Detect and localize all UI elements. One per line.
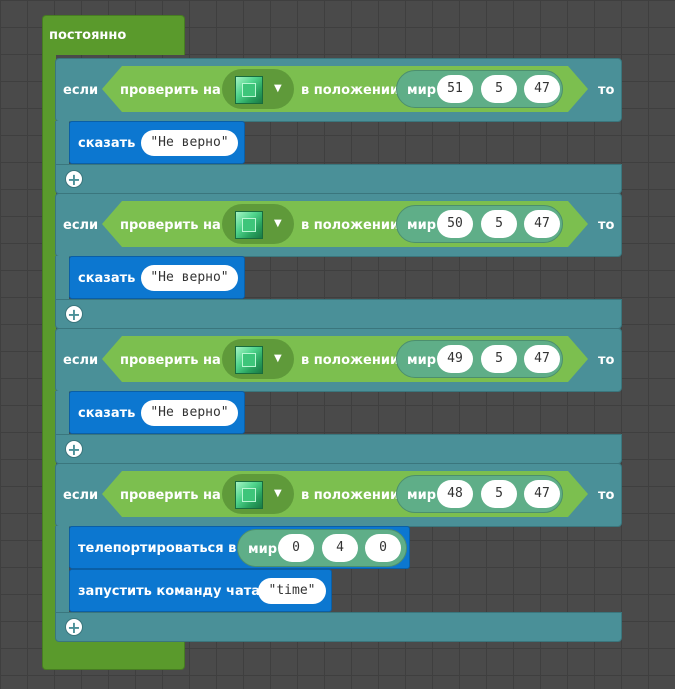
coord-y-input[interactable]: 5 xyxy=(481,345,517,373)
position-label: в положении xyxy=(301,83,400,98)
world-position[interactable]: мир 50 5 47 xyxy=(396,205,563,243)
coord-y-input[interactable]: 4 xyxy=(322,534,358,562)
say-text-input[interactable]: "Не верно" xyxy=(141,265,238,291)
say-block[interactable]: сказать "Не верно" xyxy=(69,256,245,299)
if-block-end: + xyxy=(55,299,622,329)
world-position[interactable]: мир 49 5 47 xyxy=(396,340,563,378)
world-label: мир xyxy=(407,353,437,368)
forever-block-end xyxy=(42,640,185,670)
say-text-input[interactable]: "Не верно" xyxy=(141,130,238,156)
coord-z-input[interactable]: 47 xyxy=(524,345,560,373)
if-rail xyxy=(55,526,69,614)
block-dropdown[interactable]: ▼ xyxy=(222,69,294,109)
plus-icon[interactable]: + xyxy=(65,440,83,459)
block-dropdown[interactable]: ▼ xyxy=(222,339,294,379)
chat-command-block[interactable]: запустить команду чата "time" xyxy=(69,569,332,612)
coord-z-input[interactable]: 0 xyxy=(365,534,401,562)
position-label: в положении xyxy=(301,488,400,503)
if-block-end: + xyxy=(55,612,622,642)
coord-z-input[interactable]: 47 xyxy=(524,480,560,508)
block-dropdown[interactable]: ▼ xyxy=(222,204,294,244)
teleport-block[interactable]: телепортироваться в мир 0 4 0 xyxy=(69,526,410,569)
coord-y-input[interactable]: 5 xyxy=(481,75,517,103)
chat-command-input[interactable]: "time" xyxy=(258,578,326,604)
check-label: проверить на xyxy=(120,218,221,233)
if-label: если xyxy=(63,218,99,233)
if-label: если xyxy=(63,488,99,503)
coord-x-input[interactable]: 48 xyxy=(437,480,473,508)
world-label: мир xyxy=(407,488,437,503)
say-text-input[interactable]: "Не верно" xyxy=(141,400,238,426)
world-label: мир xyxy=(407,83,437,98)
forever-rail xyxy=(42,54,56,642)
world-position[interactable]: мир 51 5 47 xyxy=(396,70,563,108)
caret-down-icon: ▼ xyxy=(274,488,282,499)
block-dropdown[interactable]: ▼ xyxy=(222,474,294,514)
teleport-label: телепортироваться в xyxy=(78,541,237,556)
world-label: мир xyxy=(248,542,278,557)
check-label: проверить на xyxy=(120,488,221,503)
then-label: то xyxy=(598,218,615,233)
caret-down-icon: ▼ xyxy=(274,218,282,229)
if-block-end: + xyxy=(55,434,622,464)
caret-down-icon: ▼ xyxy=(274,83,282,94)
emerald-block-icon xyxy=(235,76,263,104)
coord-x-input[interactable]: 50 xyxy=(437,210,473,238)
coord-y-input[interactable]: 5 xyxy=(481,210,517,238)
position-label: в положении xyxy=(301,353,400,368)
emerald-block-icon xyxy=(235,211,263,239)
coord-x-input[interactable]: 0 xyxy=(278,534,314,562)
if-rail xyxy=(55,121,69,165)
if-rail xyxy=(55,256,69,300)
caret-down-icon: ▼ xyxy=(274,353,282,364)
forever-label: постоянно xyxy=(49,28,127,43)
then-label: то xyxy=(598,83,615,98)
if-label: если xyxy=(63,353,99,368)
position-label: в положении xyxy=(301,218,400,233)
say-block[interactable]: сказать "Не верно" xyxy=(69,391,245,434)
chat-command-label: запустить команду чата xyxy=(78,584,261,599)
coord-x-input[interactable]: 49 xyxy=(437,345,473,373)
if-rail xyxy=(55,391,69,435)
say-block[interactable]: сказать "Не верно" xyxy=(69,121,245,164)
teleport-world-position[interactable]: мир 0 4 0 xyxy=(237,529,407,567)
check-label: проверить на xyxy=(120,353,221,368)
if-label: если xyxy=(63,83,99,98)
plus-icon[interactable]: + xyxy=(65,170,83,189)
world-label: мир xyxy=(407,218,437,233)
emerald-block-icon xyxy=(235,346,263,374)
then-label: то xyxy=(598,353,615,368)
plus-icon[interactable]: + xyxy=(65,618,83,637)
say-label: сказать xyxy=(78,406,136,421)
emerald-block-icon xyxy=(235,481,263,509)
then-label: то xyxy=(598,488,615,503)
world-position[interactable]: мир 48 5 47 xyxy=(396,475,563,513)
check-label: проверить на xyxy=(120,83,221,98)
say-label: сказать xyxy=(78,136,136,151)
say-label: сказать xyxy=(78,271,136,286)
if-block-end: + xyxy=(55,164,622,194)
coord-y-input[interactable]: 5 xyxy=(481,480,517,508)
coord-z-input[interactable]: 47 xyxy=(524,75,560,103)
plus-icon[interactable]: + xyxy=(65,305,83,324)
coord-x-input[interactable]: 51 xyxy=(437,75,473,103)
coord-z-input[interactable]: 47 xyxy=(524,210,560,238)
